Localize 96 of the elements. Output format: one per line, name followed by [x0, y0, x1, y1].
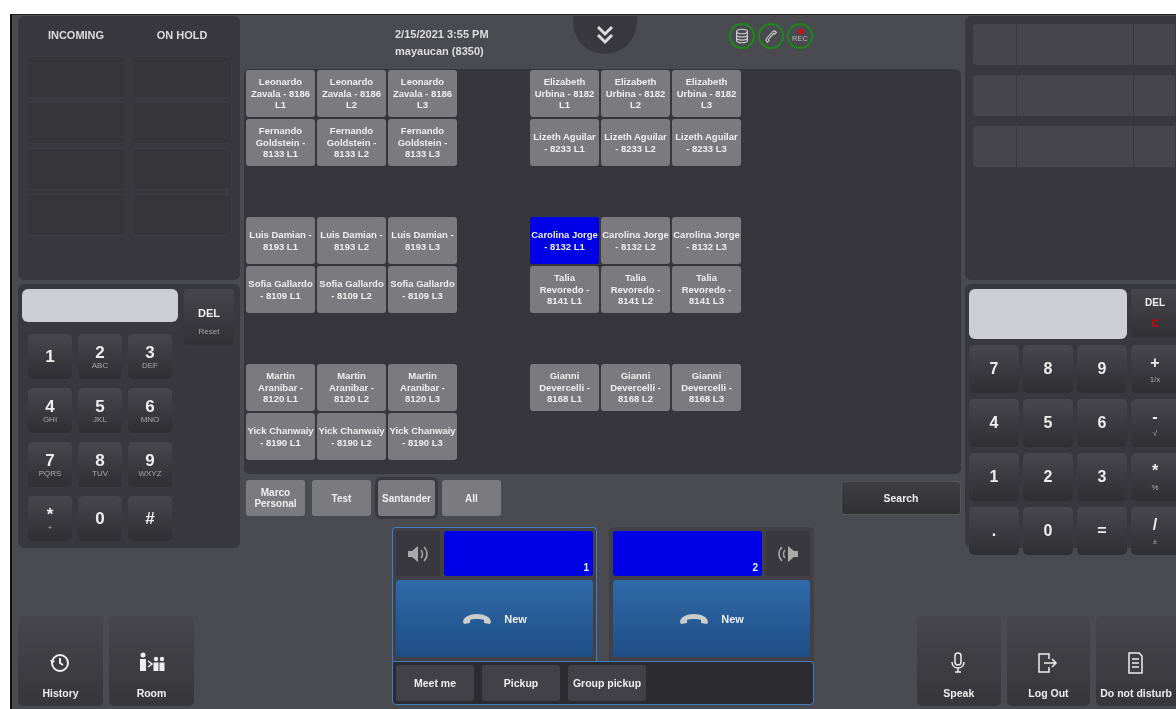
speed-dial-button[interactable]: Gianni Devercelli - 8168 L1: [530, 364, 599, 411]
calculator-key[interactable]: .: [969, 507, 1019, 555]
calculator-key[interactable]: 1: [969, 453, 1019, 501]
speed-dial-button[interactable]: Lizeth Aguilar - 8233 L2: [601, 119, 670, 166]
double-chevron-icon: [596, 25, 614, 45]
database-status-icon: [729, 23, 755, 49]
calculator-key[interactable]: 2: [1023, 453, 1073, 501]
phone-status-icon: [758, 23, 784, 49]
calculator-key[interactable]: 9: [1077, 345, 1127, 393]
calculator-key[interactable]: / ±: [1131, 507, 1176, 555]
speed-dial-button[interactable]: Sofia Gallardo - 8109 L1: [246, 266, 315, 313]
delete-key[interactable]: DEL C: [1131, 289, 1176, 337]
line-display: 2: [613, 531, 762, 576]
speed-dial-button[interactable]: Sofia Gallardo - 8109 L3: [388, 266, 457, 313]
calculator-key[interactable]: 4: [969, 399, 1019, 447]
speed-dial-button[interactable]: Leonardo Zavala - 8186 L1: [246, 70, 315, 117]
speaker-icon[interactable]: [396, 531, 440, 576]
new-call-button[interactable]: New: [613, 580, 810, 657]
call-action-button[interactable]: Pickup: [482, 665, 560, 701]
room-button[interactable]: Room: [109, 616, 194, 706]
line-panel[interactable]: 1 New: [392, 527, 597, 661]
speed-dial-button[interactable]: Talia Revoredo - 8141 L1: [530, 266, 599, 313]
speaker-icon[interactable]: [766, 531, 810, 576]
speed-dial-button[interactable]: Talia Revoredo - 8141 L3: [672, 266, 741, 313]
group-tab[interactable]: All: [442, 480, 501, 516]
date-time: 2/15/2021 3:55 PM: [395, 27, 490, 42]
calculator-key[interactable]: 3: [1077, 453, 1127, 501]
speed-dial-button[interactable]: Yick Chanwaiy - 8190 L1: [246, 413, 315, 460]
speed-dial-button[interactable]: Luis Damian - 8193 L2: [317, 217, 386, 264]
dial-key[interactable]: 0: [78, 496, 122, 541]
new-call-button[interactable]: New: [396, 580, 593, 657]
speed-dial-button[interactable]: Martin Aranibar - 8120 L1: [246, 364, 315, 411]
calculator-key[interactable]: 8: [1023, 345, 1073, 393]
dial-key[interactable]: 1: [28, 334, 72, 379]
calculator-key[interactable]: 0: [1023, 507, 1073, 555]
group-tab[interactable]: Test: [312, 480, 371, 516]
logout-button[interactable]: Log Out: [1006, 616, 1091, 706]
line-display: 1: [444, 531, 593, 576]
dial-key[interactable]: 2 ABC: [78, 334, 122, 379]
history-button[interactable]: History: [18, 616, 103, 706]
calculator-key[interactable]: =: [1077, 507, 1127, 555]
delete-key[interactable]: DEL Reset: [184, 289, 234, 345]
number-field[interactable]: [22, 289, 178, 322]
speed-dial-button[interactable]: Elizabeth Urbina - 8182 L3: [672, 70, 741, 117]
search-button[interactable]: Search: [841, 481, 961, 515]
speed-dial-button[interactable]: Lizeth Aguilar - 8233 L1: [530, 119, 599, 166]
speed-dial-button[interactable]: Carolina Jorge - 8132 L2: [601, 217, 670, 264]
speed-dial-button[interactable]: Leonardo Zavala - 8186 L2: [317, 70, 386, 117]
speed-dial-button[interactable]: Luis Damian - 8193 L3: [388, 217, 457, 264]
speed-dial-button[interactable]: Fernando Goldstein - 8133 L3: [388, 119, 457, 166]
queue-title: INCOMING: [46, 28, 106, 43]
line-panel[interactable]: 2 New: [609, 527, 814, 661]
user-name: mayaucan (8350): [395, 44, 485, 59]
dial-key[interactable]: 6 MNO: [128, 388, 172, 433]
dial-key[interactable]: 9 WXYZ: [128, 442, 172, 487]
speed-dial-button[interactable]: Carolina Jorge - 8132 L3: [672, 217, 741, 264]
speak-button[interactable]: Speak: [917, 616, 1001, 706]
calculator-key[interactable]: + 1/x: [1131, 345, 1176, 393]
dial-key[interactable]: 3 DEF: [128, 334, 172, 379]
handset-icon: [679, 612, 710, 625]
speed-dial-button[interactable]: Luis Damian - 8193 L1: [246, 217, 315, 264]
calculator-key[interactable]: 7: [969, 345, 1019, 393]
calculator-key[interactable]: - √: [1131, 399, 1176, 447]
dial-key[interactable]: #: [128, 496, 172, 541]
dial-key[interactable]: * +: [28, 496, 72, 541]
speed-dial-button[interactable]: Yick Chanwaiy - 8190 L2: [317, 413, 386, 460]
dial-key[interactable]: 5 JKL: [78, 388, 122, 433]
calculator-key[interactable]: 5: [1023, 399, 1073, 447]
speed-dial-button[interactable]: Elizabeth Urbina - 8182 L2: [601, 70, 670, 117]
dial-key[interactable]: 8 TUV: [78, 442, 122, 487]
collapse-tab[interactable]: [573, 16, 637, 54]
handset-icon: [462, 612, 493, 625]
speed-dial-button[interactable]: Martin Aranibar - 8120 L3: [388, 364, 457, 411]
speed-dial-button[interactable]: Fernando Goldstein - 8133 L1: [246, 119, 315, 166]
speed-dial-button[interactable]: Carolina Jorge - 8132 L1: [530, 217, 599, 264]
speed-dial-button[interactable]: Yick Chanwaiy - 8190 L3: [388, 413, 457, 460]
speed-dial-button[interactable]: Leonardo Zavala - 8186 L3: [388, 70, 457, 117]
dial-key[interactable]: 4 GHI: [28, 388, 72, 433]
speed-dial-button[interactable]: Gianni Devercelli - 8168 L2: [601, 364, 670, 411]
calculator-field[interactable]: [969, 289, 1127, 339]
dial-key[interactable]: 7 PQRS: [28, 442, 72, 487]
speed-dial-button[interactable]: Elizabeth Urbina - 8182 L1: [530, 70, 599, 117]
do-not-disturb-button[interactable]: Do not disturb: [1096, 616, 1176, 706]
speed-dial-button[interactable]: Lizeth Aguilar - 8233 L3: [672, 119, 741, 166]
call-action-button[interactable]: Group pickup: [568, 665, 646, 701]
speed-dial-button[interactable]: Talia Revoredo - 8141 L2: [601, 266, 670, 313]
call-action-button[interactable]: Meet me: [396, 665, 474, 701]
queue-title: ON HOLD: [155, 28, 209, 43]
speed-dial-button[interactable]: Martin Aranibar - 8120 L2: [317, 364, 386, 411]
speed-dial-button[interactable]: Fernando Goldstein - 8133 L2: [317, 119, 386, 166]
speed-dial-button[interactable]: Sofia Gallardo - 8109 L2: [317, 266, 386, 313]
speed-dial-button[interactable]: Gianni Devercelli - 8168 L3: [672, 364, 741, 411]
calculator-key[interactable]: * %: [1131, 453, 1176, 501]
calculator-key[interactable]: 6: [1077, 399, 1127, 447]
group-tab[interactable]: Marco Personal: [246, 480, 305, 516]
group-tab[interactable]: Santander: [378, 480, 435, 516]
